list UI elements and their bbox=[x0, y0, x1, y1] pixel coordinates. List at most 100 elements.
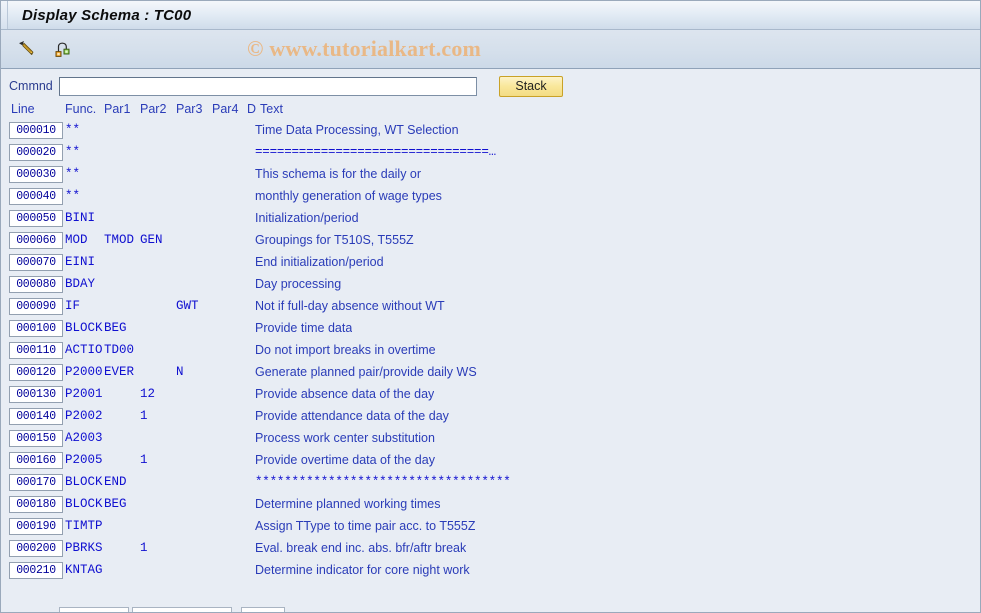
line-number-field[interactable]: 000020 bbox=[9, 144, 63, 161]
cell-func[interactable]: MOD bbox=[65, 233, 88, 248]
cell-par2[interactable]: 1 bbox=[140, 453, 148, 468]
cell-func[interactable]: ACTIO bbox=[65, 343, 103, 358]
table-row[interactable]: 000120 P2000 EVER N Generate planned pair/pr… bbox=[1, 362, 980, 384]
stack-button[interactable]: Stack bbox=[499, 75, 563, 97]
line-number-field[interactable]: 000090 bbox=[9, 298, 63, 315]
line-number-field[interactable]: 000030 bbox=[9, 166, 63, 183]
cell-text[interactable]: monthly generation of wage types bbox=[255, 189, 442, 204]
line-number-field[interactable]: 000210 bbox=[9, 562, 63, 579]
cell-func[interactable]: ** bbox=[65, 167, 80, 182]
table-row[interactable]: 000090 IF GWT Not if full-day absence witho… bbox=[1, 296, 980, 318]
line-number-field[interactable]: 000160 bbox=[9, 452, 63, 469]
cell-text[interactable]: Time Data Processing, WT Selection bbox=[255, 123, 459, 138]
cell-par2[interactable]: 1 bbox=[140, 541, 148, 556]
table-row[interactable]: 000110 ACTIO TD00 Do not import breaks in o… bbox=[1, 340, 980, 362]
table-row[interactable]: 000170 BLOCK END **************************… bbox=[1, 472, 980, 494]
cell-text[interactable]: Determine planned working times bbox=[255, 497, 441, 512]
line-number-field[interactable]: 000110 bbox=[9, 342, 63, 359]
cell-text[interactable]: This schema is for the daily or bbox=[255, 167, 421, 182]
cell-par1[interactable]: TMOD bbox=[104, 233, 134, 248]
cell-text[interactable]: Provide overtime data of the day bbox=[255, 453, 435, 468]
line-number-field[interactable]: 000050 bbox=[9, 210, 63, 227]
table-row[interactable]: 000180 BLOCK BEG Determine planned working … bbox=[1, 494, 980, 516]
line-number-field[interactable]: 000040 bbox=[9, 188, 63, 205]
table-row[interactable]: 000080 BDAY Day processing bbox=[1, 274, 980, 296]
cell-func[interactable]: PBRKS bbox=[65, 541, 103, 556]
line-number-field[interactable]: 000010 bbox=[9, 122, 63, 139]
cell-text[interactable]: *********************************** bbox=[255, 475, 511, 490]
command-input[interactable] bbox=[59, 76, 477, 96]
cell-text[interactable]: Provide absence data of the day bbox=[255, 387, 434, 402]
cell-text[interactable]: Provide attendance data of the day bbox=[255, 409, 449, 424]
line-number-field[interactable]: 000200 bbox=[9, 540, 63, 557]
cell-func[interactable]: BLOCK bbox=[65, 475, 103, 490]
line-number-field[interactable]: 000170 bbox=[9, 474, 63, 491]
bottom-field-3[interactable] bbox=[241, 607, 285, 612]
bottom-field-1[interactable] bbox=[59, 607, 129, 612]
line-number-field[interactable]: 000130 bbox=[9, 386, 63, 403]
cell-func[interactable]: KNTAG bbox=[65, 563, 103, 578]
cell-text[interactable]: Not if full-day absence without WT bbox=[255, 299, 445, 314]
cell-par1[interactable]: TD00 bbox=[104, 343, 134, 358]
cell-par2[interactable]: GEN bbox=[140, 233, 163, 248]
table-row[interactable]: 000060 MOD TMOD GEN Groupings for T510S, T55… bbox=[1, 230, 980, 252]
cell-par3[interactable]: GWT bbox=[176, 299, 199, 314]
table-row[interactable]: 000160 P2005 1 Provide overtime data of the… bbox=[1, 450, 980, 472]
cell-par2[interactable]: 1 bbox=[140, 409, 148, 424]
table-row[interactable]: 000010 ** Time Data Processing, WT Selecti… bbox=[1, 120, 980, 142]
cell-par3[interactable]: N bbox=[176, 365, 184, 380]
cell-par1[interactable]: BEG bbox=[104, 497, 127, 512]
cell-text[interactable]: Day processing bbox=[255, 277, 341, 292]
cell-text[interactable]: Eval. break end inc. abs. bfr/aftr break bbox=[255, 541, 466, 556]
cell-func[interactable]: P2005 bbox=[65, 453, 103, 468]
bottom-field-2[interactable] bbox=[132, 607, 232, 612]
line-number-field[interactable]: 000100 bbox=[9, 320, 63, 337]
cell-text[interactable]: Do not import breaks in overtime bbox=[255, 343, 436, 358]
cell-func[interactable]: BINI bbox=[65, 211, 95, 226]
cell-func[interactable]: ** bbox=[65, 123, 80, 138]
table-row[interactable]: 000150 A2003 Process work center substitut… bbox=[1, 428, 980, 450]
line-number-field[interactable]: 000060 bbox=[9, 232, 63, 249]
cell-func[interactable]: P2002 bbox=[65, 409, 103, 424]
table-row[interactable]: 000190 TIMTP Assign TType to time pair acc… bbox=[1, 516, 980, 538]
cell-text[interactable]: Groupings for T510S, T555Z bbox=[255, 233, 414, 248]
cell-func[interactable]: P2001 bbox=[65, 387, 103, 402]
cell-func[interactable]: P2000 bbox=[65, 365, 103, 380]
table-row[interactable]: 000130 P2001 12 Provide absence data of the… bbox=[1, 384, 980, 406]
cell-func[interactable]: BLOCK bbox=[65, 497, 103, 512]
cell-func[interactable]: BLOCK bbox=[65, 321, 103, 336]
table-row[interactable]: 000020 ** ================================… bbox=[1, 142, 980, 164]
table-row[interactable]: 000200 PBRKS 1 Eval. break end inc. abs. bf… bbox=[1, 538, 980, 560]
cell-func[interactable]: IF bbox=[65, 299, 80, 314]
line-number-field[interactable]: 000120 bbox=[9, 364, 63, 381]
cell-text[interactable]: ================================… bbox=[255, 145, 496, 160]
table-row[interactable]: 000100 BLOCK BEG Provide time data bbox=[1, 318, 980, 340]
line-number-field[interactable]: 000150 bbox=[9, 430, 63, 447]
edit-pencil-icon[interactable] bbox=[15, 37, 39, 61]
line-number-field[interactable]: 000140 bbox=[9, 408, 63, 425]
line-number-field[interactable]: 000070 bbox=[9, 254, 63, 271]
cell-func[interactable]: EINI bbox=[65, 255, 95, 270]
table-row[interactable]: 000140 P2002 1 Provide attendance data of t… bbox=[1, 406, 980, 428]
cell-text[interactable]: Generate planned pair/provide daily WS bbox=[255, 365, 477, 380]
cell-func[interactable]: TIMTP bbox=[65, 519, 103, 534]
cell-func[interactable]: ** bbox=[65, 145, 80, 160]
cell-text[interactable]: Assign TType to time pair acc. to T555Z bbox=[255, 519, 475, 534]
cell-text[interactable]: Provide time data bbox=[255, 321, 352, 336]
cell-text[interactable]: Initialization/period bbox=[255, 211, 359, 226]
line-number-field[interactable]: 000180 bbox=[9, 496, 63, 513]
table-row[interactable]: 000040 ** monthly generation of wage types bbox=[1, 186, 980, 208]
table-row[interactable]: 000030 ** This schema is for the daily or bbox=[1, 164, 980, 186]
cell-func[interactable]: ** bbox=[65, 189, 80, 204]
line-number-field[interactable]: 000080 bbox=[9, 276, 63, 293]
cell-par1[interactable]: END bbox=[104, 475, 127, 490]
hierarchy-structure-icon[interactable] bbox=[51, 37, 75, 61]
table-row[interactable]: 000050 BINI Initialization/period bbox=[1, 208, 980, 230]
cell-par1[interactable]: EVER bbox=[104, 365, 134, 380]
cell-par2[interactable]: 12 bbox=[140, 387, 155, 402]
cell-func[interactable]: A2003 bbox=[65, 431, 103, 446]
cell-func[interactable]: BDAY bbox=[65, 277, 95, 292]
table-row[interactable]: 000210 KNTAG Determine indicator for core … bbox=[1, 560, 980, 582]
cell-text[interactable]: Process work center substitution bbox=[255, 431, 435, 446]
line-number-field[interactable]: 000190 bbox=[9, 518, 63, 535]
